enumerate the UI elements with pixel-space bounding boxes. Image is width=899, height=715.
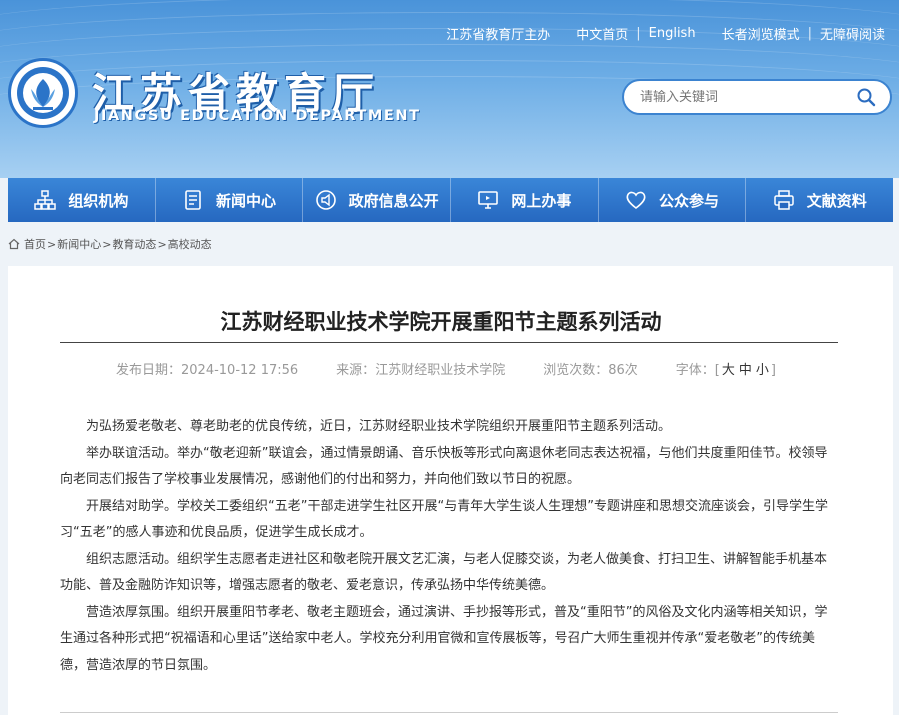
org-chart-icon xyxy=(34,189,57,211)
main-nav: 组织机构 新闻中心 政府信息公开 网上办事 公众参与 文献资料 xyxy=(8,178,893,222)
breadcrumb: 首页 > 新闻中心 > 教育动态 > 高校动态 xyxy=(8,236,212,252)
english-link[interactable]: English xyxy=(649,26,696,41)
font-size-medium-button[interactable]: 中 xyxy=(739,363,752,378)
logo-emblem-icon xyxy=(17,67,69,119)
heart-icon xyxy=(625,189,647,211)
font-size-small-button[interactable]: 小 xyxy=(756,363,769,378)
content-bottom-divider xyxy=(60,712,838,713)
breadcrumb-separator: > xyxy=(157,237,167,251)
search-input[interactable] xyxy=(640,89,854,105)
article-title: 江苏财经职业技术学院开展重阳节主题系列活动 xyxy=(220,310,662,334)
breadcrumb-university-news[interactable]: 高校动态 xyxy=(168,236,212,252)
search-icon xyxy=(857,88,876,107)
publish-date: 发布日期：2024-10-12 17:56 xyxy=(116,363,299,378)
article-paragraph: 营造浓厚氛围。组织开展重阳节孝老、敬老主题班会，通过演讲、手抄报等形式，普及“重… xyxy=(60,604,828,673)
nav-label: 公众参与 xyxy=(659,191,720,210)
nav-item-online-services[interactable]: 网上办事 xyxy=(451,178,599,222)
article-body: 为弘扬爱老敬老、尊老助老的优良传统，近日，江苏财经职业技术学院组织开展重阳节主题… xyxy=(60,414,838,679)
host-link[interactable]: 江苏省教育厅主办 xyxy=(446,24,550,43)
article-paragraph: 举办联谊活动。举办“敬老迎新”联谊会，通过情景朗诵、音乐快板等形式向离退休老同志… xyxy=(60,445,828,488)
department-logo[interactable] xyxy=(8,58,78,128)
search-button[interactable] xyxy=(854,85,878,109)
search-box xyxy=(622,79,892,115)
nav-label: 组织机构 xyxy=(68,191,129,210)
breadcrumb-home[interactable]: 首页 xyxy=(24,236,46,252)
megaphone-icon xyxy=(315,189,337,211)
home-icon xyxy=(8,238,20,250)
font-size-selector: 字体：[大中小] xyxy=(675,363,776,378)
monitor-icon xyxy=(477,189,499,211)
article-source: 来源：江苏财经职业技术学院 xyxy=(336,363,506,378)
top-links: 江苏省教育厅主办 中文首页 | English 长者浏览模式 | 无障碍阅读 xyxy=(446,24,885,43)
site-header: 江苏省教育厅主办 中文首页 | English 长者浏览模式 | 无障碍阅读 江… xyxy=(0,0,899,178)
elder-mode-link[interactable]: 长者浏览模式 xyxy=(722,24,800,43)
nav-item-organization[interactable]: 组织机构 xyxy=(8,178,156,222)
article-paragraph: 开展结对助学。学校关工委组织“五老”干部走进学生社区开展“与青年大学生谈人生理想… xyxy=(60,498,828,541)
font-size-large-button[interactable]: 大 xyxy=(722,363,735,378)
nav-label: 政府信息公开 xyxy=(348,191,439,210)
accessible-reading-link[interactable]: 无障碍阅读 xyxy=(820,24,885,43)
article-paragraph: 为弘扬爱老敬老、尊老助老的优良传统，近日，江苏财经职业技术学院组织开展重阳节主题… xyxy=(86,419,672,434)
title-divider xyxy=(60,342,838,343)
divider: | xyxy=(636,26,641,41)
nav-item-documents[interactable]: 文献资料 xyxy=(746,178,893,222)
breadcrumb-education-news[interactable]: 教育动态 xyxy=(112,236,156,252)
view-count: 浏览次数：86次 xyxy=(543,363,638,378)
article-paragraph: 组织志愿活动。组织学生志愿者走进社区和敬老院开展文艺汇演，与老人促膝交谈，为老人… xyxy=(60,551,828,594)
document-icon xyxy=(182,189,204,211)
nav-item-public-participation[interactable]: 公众参与 xyxy=(599,178,747,222)
nav-label: 文献资料 xyxy=(806,191,867,210)
nav-label: 新闻中心 xyxy=(216,191,277,210)
chinese-home-link[interactable]: 中文首页 xyxy=(576,24,628,43)
breadcrumb-separator: > xyxy=(47,237,57,251)
divider: | xyxy=(807,26,812,41)
breadcrumb-news-center[interactable]: 新闻中心 xyxy=(57,236,101,252)
nav-label: 网上办事 xyxy=(511,191,572,210)
nav-item-gov-info[interactable]: 政府信息公开 xyxy=(303,178,452,222)
site-subtitle: JIANGSU EDUCATION DEPARTMENT xyxy=(94,108,421,124)
breadcrumb-separator: > xyxy=(102,237,112,251)
printer-icon xyxy=(773,189,795,211)
nav-item-news[interactable]: 新闻中心 xyxy=(156,178,304,222)
article-meta: 发布日期：2024-10-12 17:56 来源：江苏财经职业技术学院 浏览次数… xyxy=(116,359,814,378)
